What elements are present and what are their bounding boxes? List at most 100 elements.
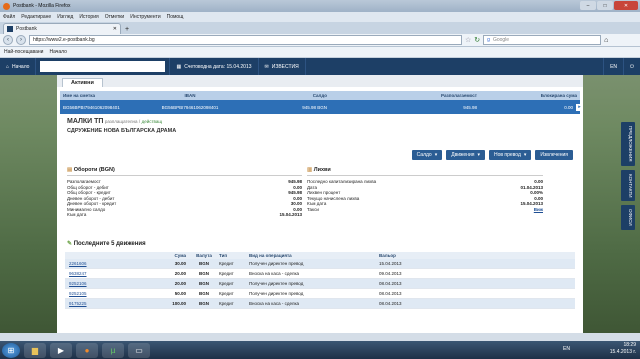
kv-label: Разполагаемост (67, 179, 101, 185)
movements-icon: ✎ (67, 241, 73, 247)
menu-tools[interactable]: Инструменти (130, 14, 160, 20)
kv-label: Такси (307, 206, 319, 212)
taskbar-firefox-icon[interactable]: ● (76, 342, 98, 358)
tab-active-accounts[interactable]: Активни (62, 78, 103, 87)
account-row[interactable]: BG56BPBI79461062098401 BG56BPBI794610620… (60, 100, 583, 114)
home-label: Начало (12, 63, 30, 70)
movement-operation: Получен директен превод (249, 291, 304, 296)
tab-close-icon[interactable]: ✕ (113, 26, 117, 32)
interest-panel: ▥ Лихви Последно капитализирана лихва 0.0… (307, 167, 543, 212)
account-blocked: 0.00 (564, 104, 573, 110)
language-switch[interactable]: EN (603, 58, 625, 75)
account-holder: СДРУЖЕНИЕ НОВА БЪЛГАРСКА ДРАМА (67, 128, 177, 134)
taskbar-media-icon[interactable]: ▶ (50, 342, 72, 358)
accounting-date-text: Счетоводна дата: 15.04.2013 (184, 63, 252, 70)
table-row: 2261606 30.00 BGN Кредит Получен директе… (65, 259, 575, 269)
maximize-button[interactable]: □ (597, 1, 613, 10)
menu-bookmarks[interactable]: Отметки (105, 14, 125, 20)
fees-link[interactable]: Виж (534, 207, 543, 212)
menu-help[interactable]: Помощ (167, 14, 184, 20)
balance-button[interactable]: Салдо ▾ (411, 150, 443, 160)
new-tab-button[interactable]: + (125, 26, 129, 34)
col-amount: Сума (174, 253, 186, 258)
movements-header: Сума Валута Тип Вид на операцията Вальор (65, 252, 575, 259)
menu-bar: Файл Редактиране Изглед История Отметки … (0, 12, 640, 22)
kv-label: Дата (307, 184, 317, 190)
movement-ref-link[interactable]: 9252105 (65, 291, 165, 296)
minimize-button[interactable]: – (580, 1, 596, 10)
movement-date: 08.04.2013 (379, 291, 402, 296)
movement-ref-link[interactable]: 9252106 (65, 281, 165, 286)
movement-amount: 20.00 (174, 271, 186, 276)
notice-icon: ✉ (264, 63, 269, 70)
forward-button[interactable]: › (16, 35, 26, 45)
statements-button[interactable]: Извлечения (535, 150, 573, 160)
kv-value: 30.00 (290, 201, 302, 207)
calendar-icon: ▦ (176, 63, 182, 70)
star-icon[interactable]: ☆ (465, 36, 471, 44)
bookmark-home[interactable]: Начало (49, 49, 66, 55)
movement-type: Кредит (219, 281, 234, 286)
movement-date: 09.04.2013 (379, 271, 402, 276)
expand-icon[interactable]: ▸ (576, 103, 583, 111)
menu-history[interactable]: История (79, 14, 98, 20)
movement-ref-link[interactable]: 2261606 (65, 261, 165, 266)
movement-currency: BGN (199, 281, 209, 286)
menu-view[interactable]: Изглед (57, 14, 73, 20)
table-row: 9252106 20.00 BGN Кредит Получен директе… (65, 279, 575, 289)
taskbar-folder-icon[interactable]: ▆ (24, 342, 46, 358)
account-summary: МАЛКИ ТП разплащателна / действащ СДРУЖЕ… (57, 114, 583, 138)
home-nav-icon: ⌂ (6, 63, 10, 70)
movement-ref-link[interactable]: 9638247 (65, 271, 165, 276)
taskbar-window-icon[interactable]: ▭ (128, 342, 150, 358)
movements-title: ✎ Последните 5 движения (67, 240, 146, 247)
menu-edit[interactable]: Редактиране (21, 14, 51, 20)
browser-tab[interactable]: Postbank ✕ (3, 23, 121, 34)
home-icon[interactable]: ⌂ (604, 37, 608, 44)
movements-table: Сума Валута Тип Вид на операцията Вальор… (65, 252, 575, 309)
taskbar-utorrent-icon[interactable]: µ (102, 342, 124, 358)
kv-value: 945.98 (288, 179, 302, 185)
interest-title: Лихви (313, 167, 331, 173)
kv-value: 0.00 (534, 195, 543, 201)
account-balance: 945.98 BGN (302, 104, 327, 110)
taskbar-language[interactable]: EN (563, 346, 570, 352)
movement-ref-link[interactable]: 9175225 (65, 301, 165, 306)
search-input[interactable]: g Google (483, 35, 602, 45)
start-button[interactable]: ⊞ (2, 342, 20, 358)
menu-file[interactable]: Файл (3, 14, 15, 20)
account-tabs: Активни (57, 75, 583, 87)
movements-title-text: Последните 5 движения (73, 241, 146, 247)
statements-label: Извлечения (540, 152, 568, 158)
sidebar-offers[interactable]: ПРЕДЛОЖЕНИЯ (621, 122, 635, 166)
bookmark-most-visited[interactable]: Най-посещавани (4, 49, 43, 55)
site-favicon (7, 26, 13, 32)
sidebar-contacts[interactable]: КОНТАКТИ (621, 169, 635, 202)
col-iban: IBAN (184, 93, 196, 98)
kv-label: Дневен оборот - дебит (67, 195, 115, 201)
reload-icon[interactable]: ↻ (474, 36, 480, 44)
movement-amount: 100.00 (172, 301, 186, 306)
back-button[interactable]: ‹ (3, 35, 13, 45)
url-text: https://www2.e-postbank.bg (33, 37, 95, 43)
home-link[interactable]: ⌂ Начало (0, 58, 37, 75)
url-input[interactable]: https://www2.e-postbank.bg (29, 35, 462, 45)
interest-icon: ▥ (307, 167, 313, 173)
interest-row: Такси Виж (307, 207, 543, 213)
logout-button[interactable]: ⏻ (624, 58, 640, 75)
accounts-table-header: Име на сметка IBAN Салдо Разполагаемост … (60, 91, 580, 100)
table-row: 9252105 50.00 BGN Кредит Получен директе… (65, 289, 575, 299)
kv-label: Общ оборот - дебит (67, 184, 109, 190)
clock[interactable]: 18:29 15.4.2013 г. (610, 342, 636, 356)
close-button[interactable]: ✕ (614, 1, 638, 10)
notices-link[interactable]: ✉ ИЗВЕСТИЯ (259, 58, 306, 75)
movements-button[interactable]: Движения ▾ (446, 150, 485, 160)
quick-search-field[interactable] (40, 61, 166, 72)
firefox-icon (3, 2, 10, 10)
sidebar-offices[interactable]: ОФИСИ (621, 205, 635, 230)
new-transfer-button[interactable]: Нов превод ▾ (488, 150, 532, 160)
taskbar: ⊞ ▆ ▶ ● µ ▭ EN 18:29 15.4.2013 г. (0, 341, 640, 359)
movement-type: Кредит (219, 271, 234, 276)
kv-label: Дневен оборот - кредит (67, 201, 117, 207)
window-titlebar: Postbank - Mozilla Firefox – □ ✕ (0, 0, 640, 12)
